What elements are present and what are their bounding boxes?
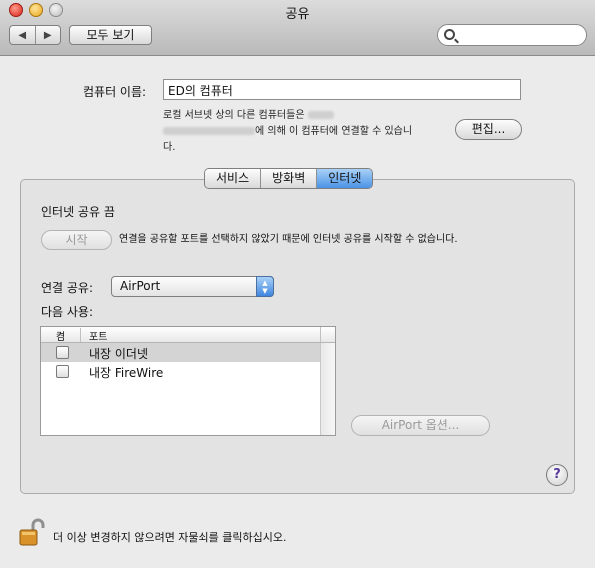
lock-message: 더 이상 변경하지 않으려면 자물쇠를 클릭하십시오. [53, 531, 287, 544]
share-from-select[interactable]: AirPort ▲ ▼ [111, 276, 274, 297]
vertical-scrollbar[interactable] [320, 343, 335, 435]
start-message: 연결을 공유할 포트를 선택하지 않았기 때문에 인터넷 공유를 시작할 수 없… [119, 234, 458, 245]
help-button[interactable]: ? [546, 464, 568, 486]
description-line3: 다. [163, 142, 176, 153]
search-field[interactable] [437, 24, 587, 46]
computer-name-field[interactable]: ED의 컴퓨터 [163, 79, 521, 100]
port-name: 내장 이더넷 [89, 347, 149, 361]
search-icon [444, 29, 455, 40]
show-all-button[interactable]: 모두 보기 [69, 25, 152, 45]
column-on[interactable]: 켬 [41, 328, 81, 343]
tab-bar: 서비스 방화벽 인터넷 [204, 168, 374, 189]
forward-arrow-icon[interactable]: ▶ [36, 26, 61, 44]
list-item[interactable]: 내장 FireWire [41, 362, 335, 381]
airport-options-button[interactable]: AirPort 옵션... [351, 415, 490, 436]
description-line1: 로컬 서브넷 상의 다른 컴퓨터들은 [163, 110, 305, 121]
start-button[interactable]: 시작 [41, 230, 112, 250]
computer-name-description: 로컬 서브넷 상의 다른 컴퓨터들은 에 의해 이 컴퓨터에 연결할 수 있습니… [163, 108, 453, 156]
share-from-value: AirPort [120, 279, 161, 293]
back-forward-control: ◀ ▶ [9, 25, 61, 45]
edit-name-button[interactable]: 편집... [455, 119, 522, 140]
column-port[interactable]: 포트 [89, 328, 107, 343]
to-computers-label: 다음 사용: [41, 305, 94, 319]
ports-list: 켬 포트 내장 이더넷 내장 FireWire [40, 326, 336, 436]
tab-internet[interactable]: 인터넷 [317, 169, 373, 188]
header-corner [320, 327, 335, 342]
port-name: 내장 FireWire [89, 366, 164, 380]
port-checkbox[interactable] [56, 365, 69, 378]
redacted-text [163, 127, 255, 135]
popup-arrows-icon: ▲ ▼ [256, 276, 274, 297]
tab-firewall[interactable]: 방화벽 [261, 169, 318, 188]
tab-services[interactable]: 서비스 [205, 169, 262, 188]
share-from-label: 연결 공유: [41, 281, 94, 295]
lock-icon[interactable] [19, 517, 45, 547]
internet-sharing-status: 인터넷 공유 끔 [41, 205, 115, 219]
ports-list-header: 켬 포트 [41, 327, 335, 343]
computer-name-label: 컴퓨터 이름: [83, 85, 147, 99]
port-checkbox[interactable] [56, 346, 69, 359]
window-titlebar: 공유 ◀ ▶ 모두 보기 [0, 0, 595, 56]
window-title: 공유 [285, 7, 310, 22]
description-line2: 에 의해 이 컴퓨터에 연결할 수 있습니 [255, 126, 413, 137]
redacted-text [307, 111, 334, 119]
list-item[interactable]: 내장 이더넷 [41, 343, 335, 362]
back-arrow-icon[interactable]: ◀ [10, 26, 36, 44]
